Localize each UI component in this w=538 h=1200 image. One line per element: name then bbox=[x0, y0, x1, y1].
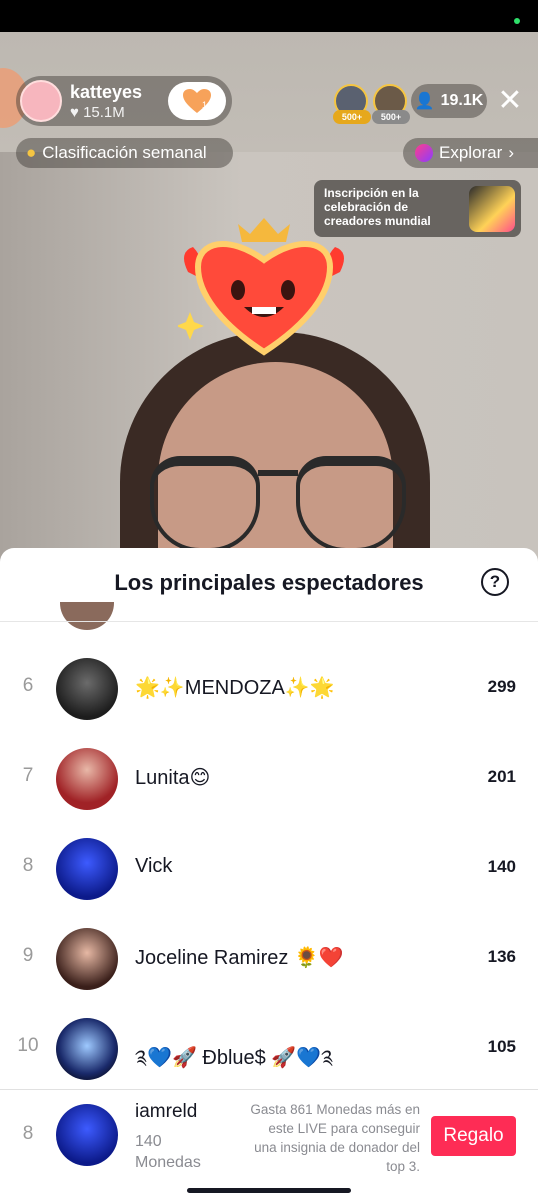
my-coins: 140 Monedas bbox=[135, 1133, 201, 1171]
my-rank-footer: 8 iamreld 140 Monedas Gasta 861 Monedas … bbox=[0, 1089, 538, 1181]
home-bar-area bbox=[0, 1181, 538, 1200]
svg-text:1: 1 bbox=[202, 100, 207, 110]
top3-hint: Gasta 861 Monedas más en este LIVE para … bbox=[250, 1102, 420, 1174]
row-score: 140 bbox=[487, 857, 516, 876]
row-score: 201 bbox=[487, 767, 516, 786]
weekly-ranking-pill[interactable]: ● Clasificación semanal bbox=[16, 138, 233, 168]
row-rank: 8 bbox=[22, 855, 34, 876]
planet-icon bbox=[415, 144, 433, 162]
row-rank: 10 bbox=[17, 1035, 39, 1056]
viewer-count: 19.1K bbox=[440, 92, 484, 109]
sheet-divider bbox=[0, 621, 538, 622]
row-rank: 7 bbox=[22, 765, 34, 786]
top-gifter-1-avatar[interactable]: 500+ bbox=[333, 84, 371, 124]
top-gifter-2-avatar[interactable]: 500+ bbox=[372, 84, 410, 124]
glasses-bridge bbox=[258, 470, 298, 476]
host-likes-count: 15.1M bbox=[83, 104, 125, 121]
promo-trophy-icon bbox=[469, 186, 515, 232]
list-item[interactable]: 7 Lunita😊 201 bbox=[0, 734, 538, 824]
row-name: ༉💙🚀 Ðblue$ 🚀💙༉ bbox=[135, 1047, 334, 1069]
explore-label: Explorar bbox=[439, 143, 503, 162]
list-item[interactable]: 10 ༉💙🚀 Ðblue$ 🚀💙༉ 105 bbox=[0, 1004, 538, 1094]
orange-heart-icon: 1 bbox=[183, 89, 211, 113]
gifter-badge: 500+ bbox=[372, 110, 410, 124]
list-item[interactable]: 6 🌟✨MENDOZA✨🌟 299 bbox=[0, 644, 538, 734]
live-video[interactable]: katteyes ♥ 15.1M 1 500+ 500+ 👤 19.1K ✕ ●… bbox=[0, 32, 538, 572]
gift-button[interactable]: Regalo bbox=[431, 1116, 516, 1156]
row-score: 299 bbox=[487, 677, 516, 696]
my-name: iamreld bbox=[135, 1101, 198, 1122]
row-name: Joceline Ramirez 🌻❤️ bbox=[135, 947, 344, 969]
glasses-left-lens bbox=[150, 456, 260, 552]
viewer-count-pill[interactable]: 👤 19.1K bbox=[411, 84, 487, 118]
avatar[interactable] bbox=[56, 658, 118, 720]
weekly-ranking-label: Clasificación semanal bbox=[42, 143, 207, 162]
promo-text: Inscripción en la celebración de creador… bbox=[324, 186, 431, 228]
host-avatar[interactable] bbox=[20, 80, 62, 122]
explore-pill[interactable]: Explorar › bbox=[403, 138, 538, 168]
gifter-badge: 500+ bbox=[333, 110, 371, 124]
avatar[interactable] bbox=[56, 1104, 118, 1166]
help-icon[interactable]: ? bbox=[481, 568, 509, 596]
viewer-list[interactable]: 6 🌟✨MENDOZA✨🌟 299 7 Lunita😊 201 8 Vick 1… bbox=[0, 644, 538, 1094]
row-rank: 9 bbox=[22, 945, 34, 966]
avatar[interactable] bbox=[56, 748, 118, 810]
row-name: 🌟✨MENDOZA✨🌟 bbox=[135, 677, 335, 699]
heart-icon: ♥ bbox=[70, 104, 79, 121]
person-icon: 👤 bbox=[414, 93, 435, 110]
row-name: Lunita😊 bbox=[135, 767, 211, 789]
follow-heart-button[interactable]: 1 bbox=[168, 82, 226, 120]
camera-indicator-icon bbox=[514, 18, 520, 24]
host-info-pill[interactable]: katteyes ♥ 15.1M 1 bbox=[16, 76, 232, 126]
chevron-right-icon: › bbox=[508, 143, 514, 162]
status-bar bbox=[0, 0, 538, 32]
avatar[interactable] bbox=[56, 928, 118, 990]
home-indicator[interactable] bbox=[187, 1188, 351, 1193]
row-score: 105 bbox=[487, 1037, 516, 1056]
avatar[interactable] bbox=[56, 1018, 118, 1080]
row-rank: 6 bbox=[22, 675, 34, 696]
host-name[interactable]: katteyes bbox=[70, 82, 142, 103]
host-likes: ♥ 15.1M bbox=[70, 104, 125, 121]
row-name: Vick bbox=[135, 855, 173, 877]
avatar[interactable] bbox=[56, 838, 118, 900]
promo-banner[interactable]: Inscripción en la celebración de creador… bbox=[314, 180, 521, 237]
flame-icon: ● bbox=[26, 143, 37, 162]
list-item[interactable]: 9 Joceline Ramirez 🌻❤️ 136 bbox=[0, 914, 538, 1004]
glasses-right-lens bbox=[296, 456, 406, 552]
list-item[interactable]: 8 Vick 140 bbox=[0, 824, 538, 914]
previous-row-avatar bbox=[60, 602, 114, 630]
my-rank: 8 bbox=[22, 1123, 34, 1144]
row-score: 136 bbox=[487, 947, 516, 966]
sheet-title: Los principales espectadores bbox=[114, 570, 424, 595]
close-icon[interactable]: ✕ bbox=[494, 84, 526, 118]
